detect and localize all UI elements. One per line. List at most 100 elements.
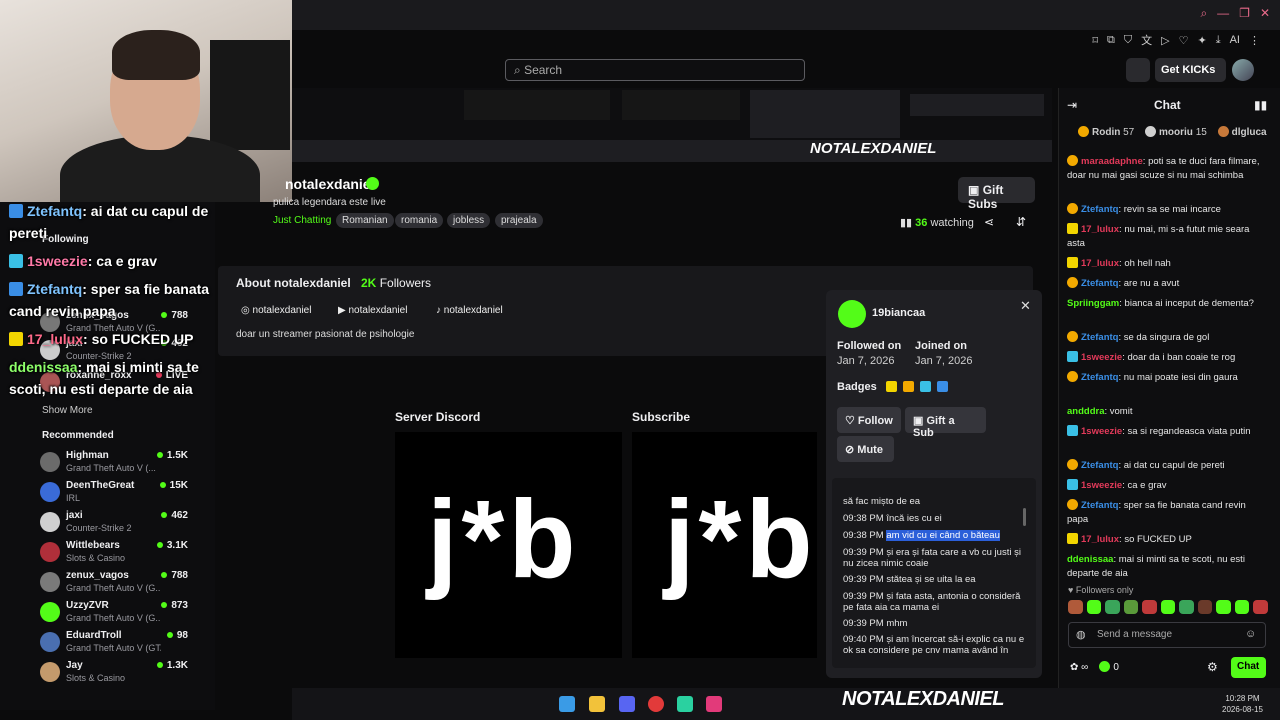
tiktok-icon[interactable] [706, 696, 722, 712]
overlay-chat-line: ddenissaa: mai si minti sa te [9, 359, 199, 375]
sidebar-item-recommended[interactable]: Wittlebears Slots & Casino 3.1K [40, 540, 200, 568]
badge-icon [1067, 257, 1078, 268]
sidebar-item-recommended[interactable]: Jay Slots & Casino 1.3K [40, 660, 200, 688]
taskbar-clock[interactable]: 10:28 PM 2026-08-15 [1222, 693, 1263, 715]
emoji-icon[interactable]: ☺ [1245, 628, 1256, 640]
stream-category[interactable]: Just Chatting [273, 215, 331, 226]
channel-points[interactable]: ✿ ∞ 0 [1070, 661, 1119, 673]
minimize-icon[interactable]: — [1217, 6, 1229, 21]
library-button[interactable] [1126, 58, 1150, 82]
emote-icon[interactable] [1253, 600, 1269, 614]
recommended-label: Recommended [42, 430, 114, 441]
collapse-chat-icon[interactable]: ⇥ [1067, 98, 1077, 112]
chat-message[interactable]: Ztefantq: se da singura de gol [1067, 331, 1263, 345]
search-icon[interactable]: ⌕ [1200, 6, 1207, 21]
log-line: 09:39 PM mhm [843, 618, 908, 629]
viewers-icon: ▮▮ [900, 217, 913, 229]
chat-message[interactable]: ddenissaa: mai si minti sa te scoti, nu … [1067, 553, 1263, 581]
chat-send-button[interactable]: Chat [1231, 657, 1266, 678]
close-icon[interactable]: ✕ [1260, 6, 1270, 21]
panel-subscribe[interactable]: j*b [632, 432, 817, 658]
tag-prajeala[interactable]: prajeala [495, 213, 543, 228]
chat-leaderboard[interactable]: Rodin 57 mooriu 15 dlgluca [1068, 126, 1267, 138]
chat-message[interactable]: Ztefantq: are nu a avut [1067, 277, 1263, 291]
show-more-link[interactable]: Show More [42, 405, 93, 416]
theatre-icon[interactable]: ⇵ [1016, 215, 1026, 229]
avatar [40, 602, 60, 622]
app-icon[interactable] [677, 696, 693, 712]
gift-subs-button[interactable]: ▣ Gift Subs [958, 177, 1035, 211]
chat-message[interactable]: Ztefantq: ai dat cu capul de pereti [1067, 459, 1263, 473]
file-explorer-icon[interactable] [589, 696, 605, 712]
badge-icon [1067, 499, 1078, 510]
panel-discord[interactable]: j*b [395, 432, 622, 658]
share-icon[interactable]: ⋖ [984, 215, 994, 229]
windows-start-icon[interactable] [559, 696, 575, 712]
instagram-link[interactable]: ◎ notalexdaniel [241, 305, 311, 316]
chat-message[interactable]: Ztefantq: sper sa fie banata cand revin … [1067, 499, 1263, 527]
avatar [40, 452, 60, 472]
channel-bio: doar un streamer pasionat de psihologie [236, 329, 415, 340]
channel-name[interactable]: notalexdaniel [285, 176, 374, 192]
window-controls[interactable]: ⌕ — ❐ ✕ [1200, 6, 1270, 21]
emote-bar[interactable] [1068, 600, 1269, 616]
chat-settings-icon[interactable]: ◍ [1076, 628, 1086, 641]
search-input[interactable]: ⌕ Search [505, 59, 805, 81]
opera-icon[interactable] [648, 696, 664, 712]
youtube-link[interactable]: ▶ notalexdaniel [338, 305, 407, 316]
sidebar-item-recommended[interactable]: UzzyZVR Grand Theft Auto V (G... 873 [40, 600, 200, 628]
followers-only-label: ♥ Followers only [1068, 585, 1134, 595]
user-card-name[interactable]: 19biancaa [872, 307, 925, 319]
close-icon[interactable]: ✕ [1020, 298, 1031, 314]
mute-button[interactable]: ⊘ Mute [837, 436, 894, 462]
sidebar-item-recommended[interactable]: jaxi Counter-Strike 2 462 [40, 510, 200, 538]
gift-sub-button[interactable]: ▣ Gift a Sub [905, 407, 986, 439]
gear-icon[interactable]: ⚙ [1207, 660, 1218, 674]
badge-icon [1067, 331, 1078, 342]
screenshot-icon: ⧉ [1107, 33, 1115, 46]
chat-message[interactable]: maraadaphne: poti sa te duci fara filmar… [1067, 155, 1263, 183]
sidebar-item-recommended[interactable]: zenux_vagos Grand Theft Auto V (G... 788 [40, 570, 200, 598]
emote-icon[interactable] [1142, 600, 1157, 614]
chat-message[interactable]: andddra: vomit [1067, 405, 1263, 419]
sidebar-item-recommended[interactable]: Highman Grand Theft Auto V (... 1.5K [40, 450, 200, 478]
chat-message[interactable]: 17_lulux: nu mai, mi s-a futut mie seara… [1067, 223, 1263, 251]
emote-icon[interactable] [1105, 600, 1120, 614]
chat-message[interactable]: 17_lulux: so FUCKED UP [1067, 533, 1263, 547]
ai-icon: AI [1229, 34, 1240, 46]
emote-icon[interactable] [1216, 600, 1231, 614]
emote-icon[interactable] [1234, 600, 1250, 614]
emote-icon[interactable] [1123, 600, 1139, 614]
chat-message[interactable]: 1sweezie: sa si regandeasca viata putin [1067, 425, 1263, 439]
follow-button[interactable]: ♡ Follow [837, 407, 901, 433]
avatar [40, 572, 60, 592]
emote-icon[interactable] [1197, 600, 1213, 614]
chat-message[interactable]: 1sweezie: doar da i ban coaie te rog [1067, 351, 1263, 365]
emote-icon[interactable] [1160, 600, 1176, 614]
sidebar-item-recommended[interactable]: DeenTheGreat IRL 15K [40, 480, 200, 508]
chat-stats-icon[interactable]: ▮▮ [1254, 98, 1267, 112]
chat-message[interactable]: Spriinggam: bianca ai inceput de dementa… [1067, 297, 1263, 311]
emote-icon[interactable] [1068, 600, 1083, 614]
chat-message[interactable]: Ztefantq: revin sa se mai incarce [1067, 203, 1263, 217]
emote-icon[interactable] [1179, 600, 1194, 614]
tag-jobless[interactable]: jobless [447, 213, 491, 228]
tiktok-link[interactable]: ♪ notalexdaniel [436, 305, 503, 316]
chat-message[interactable]: 17_lulux: oh hell nah [1067, 257, 1263, 271]
sidebar-item-recommended[interactable]: EduardTroll Grand Theft Auto V (GTA) 98 [40, 630, 200, 658]
tag-romania[interactable]: romania [395, 213, 444, 228]
discord-icon[interactable] [619, 696, 635, 712]
preview-input [910, 94, 1044, 116]
get-kicks-button[interactable]: Get KICKs [1155, 58, 1226, 82]
brand-overlay-small: NOTALEXDANIEL [810, 140, 937, 157]
emote-icon[interactable] [1086, 600, 1102, 614]
chat-title: Chat [1154, 98, 1181, 112]
translate-icon: 文 [1141, 35, 1153, 47]
extension-toolbar[interactable]: ⌑ ⧉ ⛉ 文 ▷ ♡ ✦ ⤓ AI ⋮ [1092, 30, 1260, 50]
chat-message[interactable]: Ztefantq: nu mai poate iesi din gaura [1067, 371, 1263, 385]
chat-message[interactable]: 1sweezie: ca e grav [1067, 479, 1263, 493]
restore-icon[interactable]: ❐ [1239, 6, 1250, 21]
tag-romanian[interactable]: Romanian [336, 213, 394, 228]
chat-input[interactable]: Send a message [1068, 622, 1266, 648]
user-avatar[interactable] [1232, 59, 1254, 81]
